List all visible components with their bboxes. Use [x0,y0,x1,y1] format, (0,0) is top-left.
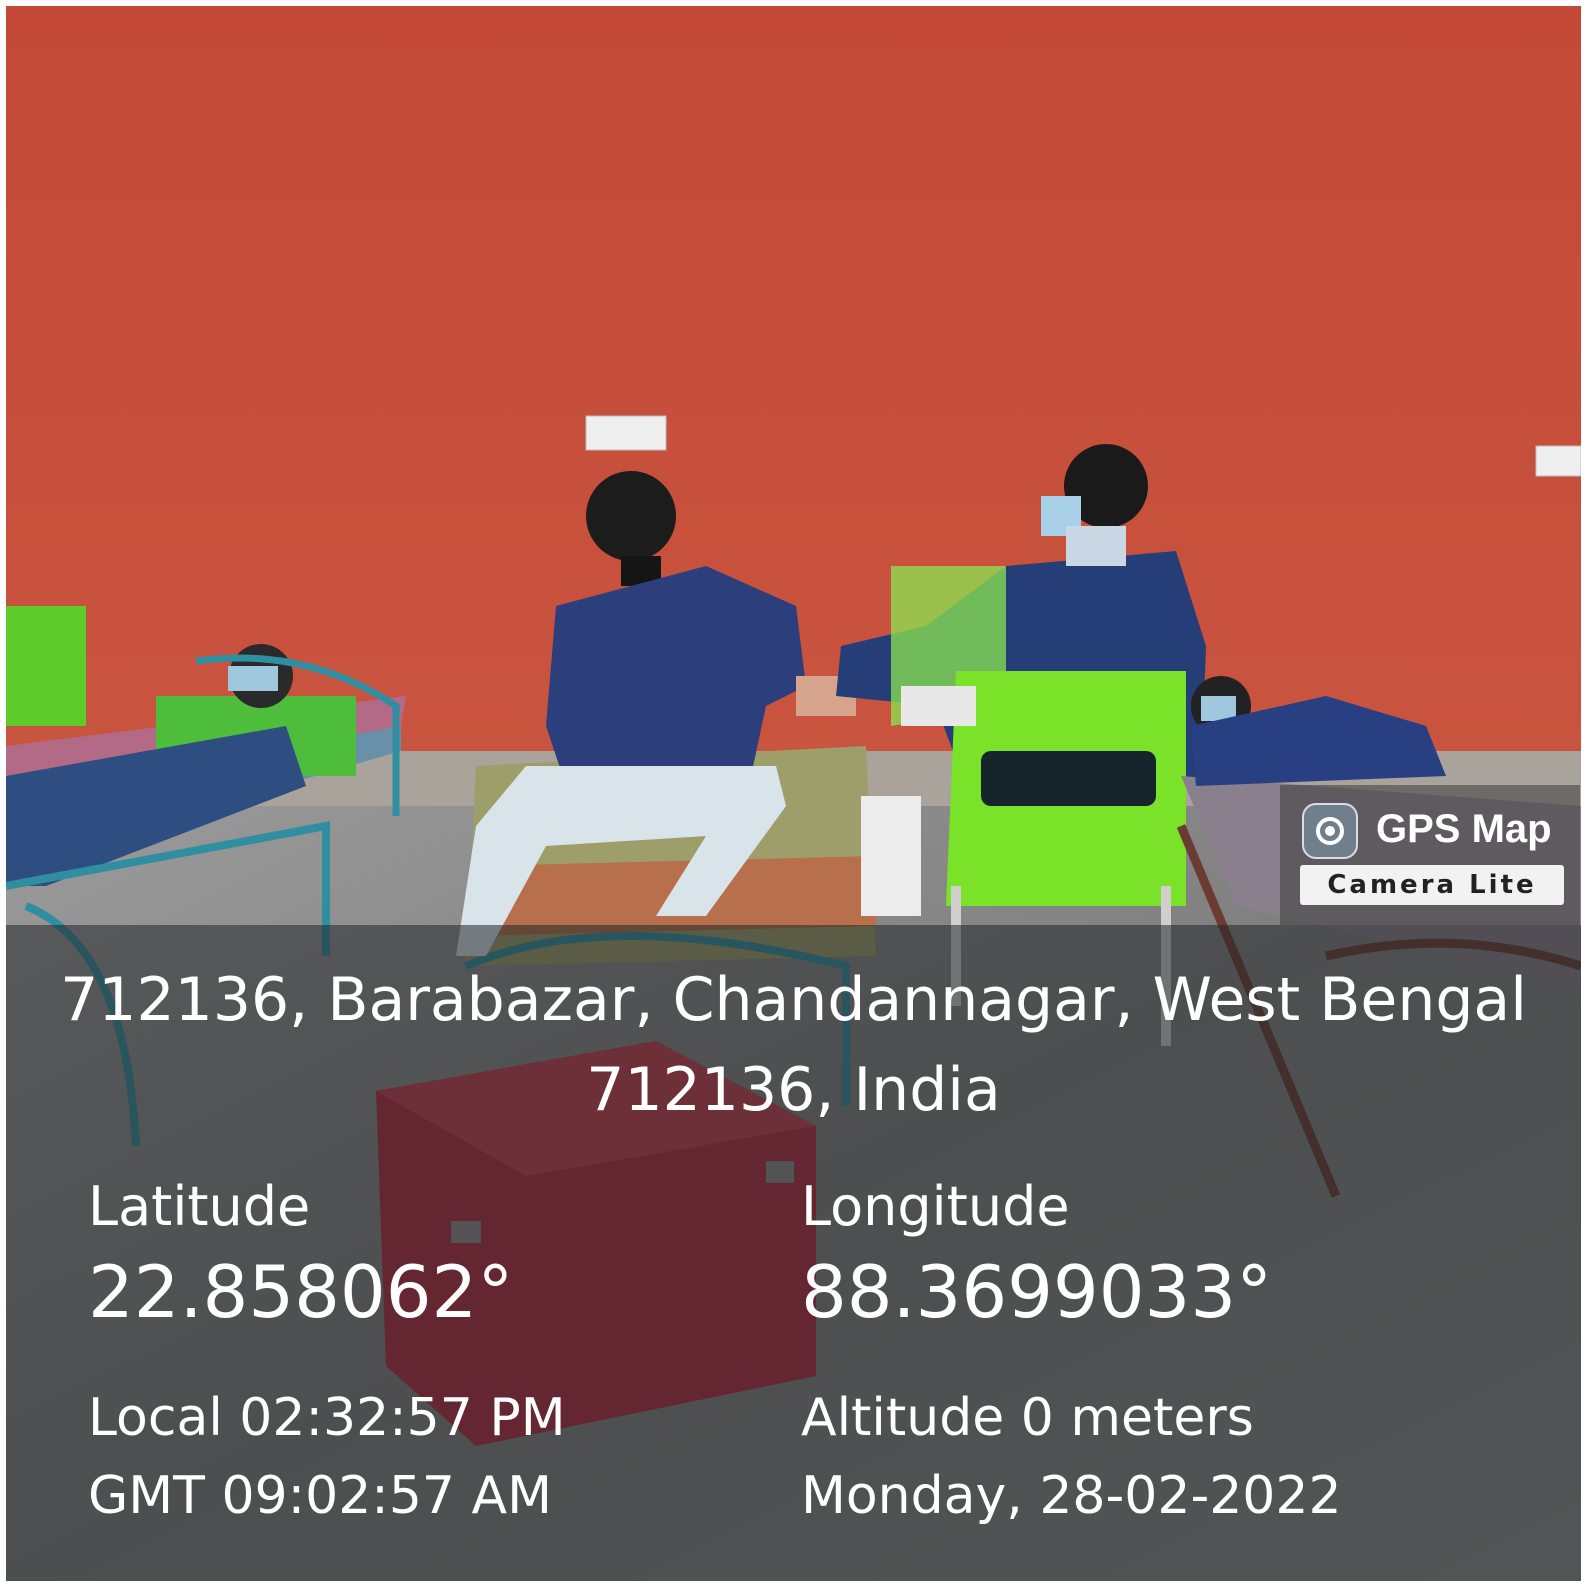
watermark-app-name: GPS Map [1376,807,1552,851]
latitude-value: 22.858062° [88,1250,514,1334]
address-line-2: 712136, India [586,1055,1001,1125]
sample-tubes [901,686,976,726]
seated-donor-head [586,471,676,561]
address: 712136, Barabazar, Chandannagar, West Be… [6,955,1581,1135]
latitude-label: Latitude [88,1175,311,1238]
photo-frame: GPS Map Camera Lite 712136, Barabazar, C… [0,0,1587,1586]
altitude: Altitude 0 meters [801,1388,1254,1448]
gmt-time: GMT 09:02:57 AM [88,1466,552,1526]
local-time: Local 02:32:57 PM [88,1388,566,1448]
address-line-1: 712136, Barabazar, Chandannagar, West Be… [60,965,1527,1035]
date: Monday, 28-02-2022 [801,1466,1342,1526]
gps-info-overlay: 712136, Barabazar, Chandannagar, West Be… [6,925,1581,1581]
green-chair-left [6,606,86,726]
wall-socket [585,415,667,451]
plastic-bag [861,796,921,916]
camera-lens-icon [1302,803,1358,859]
longitude-label: Longitude [801,1175,1070,1238]
longitude-value: 88.3699033° [801,1250,1273,1334]
wall-socket-right [1535,445,1581,477]
watermark-app-subtitle: Camera Lite [1300,865,1564,905]
app-watermark: GPS Map Camera Lite [1280,785,1580,925]
